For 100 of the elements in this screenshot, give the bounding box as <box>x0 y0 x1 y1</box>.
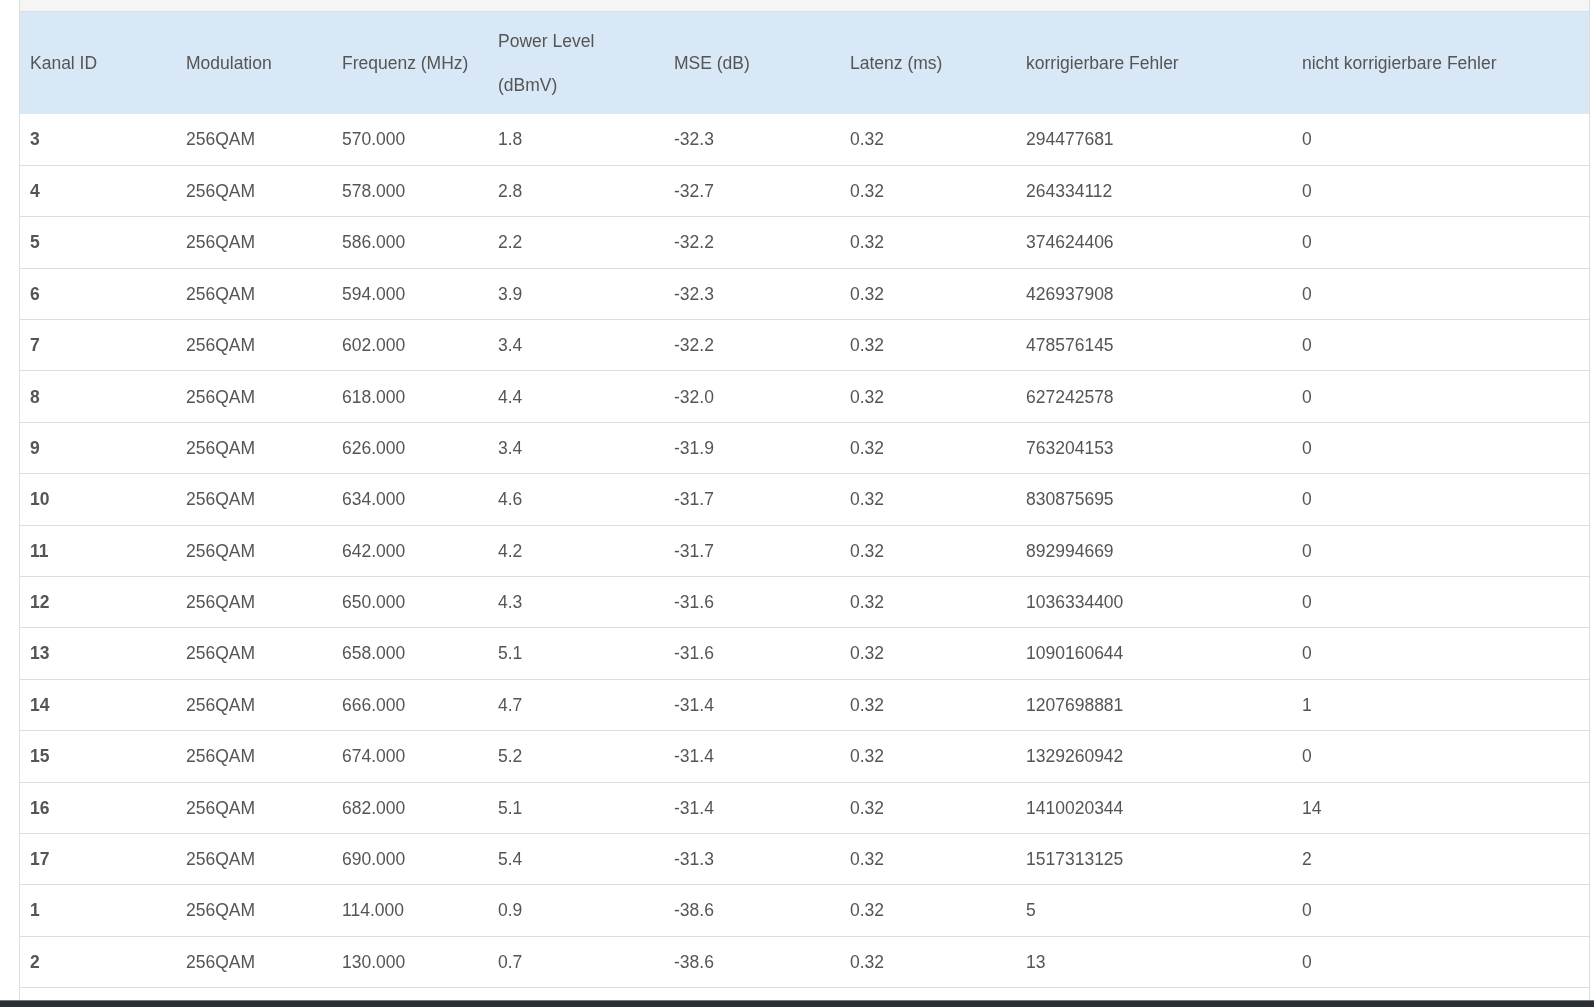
table-cell: 0.32 <box>840 627 1016 680</box>
table-cell: -31.7 <box>664 473 840 526</box>
table-cell: 0 <box>1292 165 1589 217</box>
table-cell: 3.9 <box>488 268 664 320</box>
table-cell: 666.000 <box>332 679 488 731</box>
table-cell: -32.3 <box>664 114 840 166</box>
table-cell: 7 <box>20 319 176 371</box>
table-cell: 682.000 <box>332 782 488 834</box>
table-cell: 5.1 <box>488 627 664 680</box>
table-cell: 0 <box>1292 319 1589 371</box>
table-cell: 0.32 <box>840 473 1016 526</box>
table-cell: 5 <box>1016 884 1292 937</box>
table-cell: 2 <box>20 936 176 988</box>
table-cell: 256QAM <box>176 884 332 937</box>
table-cell: -31.7 <box>664 525 840 577</box>
table-cell: 256QAM <box>176 319 332 371</box>
table-cell: 5 <box>20 216 176 269</box>
table-cell: 570.000 <box>332 114 488 166</box>
table-cell: 0 <box>1292 114 1589 166</box>
table-cell: 0.32 <box>840 884 1016 937</box>
table-cell: 1410020344 <box>1016 782 1292 834</box>
table-cell: 586.000 <box>332 216 488 269</box>
table-cell: 256QAM <box>176 679 332 731</box>
table-cell: 690.000 <box>332 833 488 885</box>
table-cell: 830875695 <box>1016 473 1292 526</box>
table-cell: 0.32 <box>840 370 1016 423</box>
table-cell: 256QAM <box>176 730 332 783</box>
column-header: Latenz (ms) <box>850 53 943 73</box>
table-cell: 14 <box>1292 782 1589 834</box>
table-cell: 634.000 <box>332 473 488 526</box>
table-cell: 264334112 <box>1016 165 1292 217</box>
column-header: korrigierbare Fehler <box>1026 53 1179 73</box>
column-header: Power Level (dBmV) <box>498 30 596 97</box>
table-cell: 11 <box>20 525 176 577</box>
column-header: Modulation <box>186 53 272 73</box>
table-cell: 0.32 <box>840 782 1016 834</box>
column-header: Kanal ID <box>30 53 98 73</box>
table-cell: 0.32 <box>840 576 1016 628</box>
table-cell: -32.3 <box>664 268 840 320</box>
table-cell: 478576145 <box>1016 319 1292 371</box>
table-cell: 256QAM <box>176 216 332 269</box>
table-cell: 0.9 <box>488 884 664 937</box>
table-cell: -31.6 <box>664 576 840 628</box>
table-cell: 658.000 <box>332 627 488 680</box>
table-cell: 15 <box>20 730 176 783</box>
table-cell: 594.000 <box>332 268 488 320</box>
table-cell: 5.1 <box>488 782 664 834</box>
table-cell: -31.4 <box>664 730 840 783</box>
table-cell: 4.3 <box>488 576 664 628</box>
table-cell: -32.2 <box>664 319 840 371</box>
table-cell: -32.2 <box>664 216 840 269</box>
table-cell: 0.32 <box>840 216 1016 269</box>
column-header: MSE (dB) <box>674 53 750 73</box>
column-header: Frequenz (MHz) <box>342 53 469 73</box>
table-cell: 5.4 <box>488 833 664 885</box>
column-header: nicht korrigierbare Fehler <box>1302 53 1497 73</box>
table-cell: 1036334400 <box>1016 576 1292 628</box>
table-cell: 3 <box>20 114 176 166</box>
table-cell: 578.000 <box>332 165 488 217</box>
table-cell: 4.7 <box>488 679 664 731</box>
table-cell: 627242578 <box>1016 370 1292 423</box>
table-cell: 763204153 <box>1016 422 1292 474</box>
table-cell: 13 <box>20 627 176 680</box>
table-cell: 10 <box>20 473 176 526</box>
table-cell: 13 <box>1016 936 1292 988</box>
table-cell: 114.000 <box>332 884 488 937</box>
table-cell: 0 <box>1292 936 1589 988</box>
table-cell: 4.6 <box>488 473 664 526</box>
table-cell: 9 <box>20 422 176 474</box>
table-cell: 4 <box>20 165 176 217</box>
table-cell: -38.6 <box>664 884 840 937</box>
table-cell: 2 <box>1292 833 1589 885</box>
table-cell: 256QAM <box>176 268 332 320</box>
table-cell: -31.4 <box>664 679 840 731</box>
table-cell: 650.000 <box>332 576 488 628</box>
table-cell: 12 <box>20 576 176 628</box>
table-cell: 256QAM <box>176 576 332 628</box>
table-cell: 602.000 <box>332 319 488 371</box>
table-cell: 17 <box>20 833 176 885</box>
table-cell: 1517313125 <box>1016 833 1292 885</box>
table-cell: 0.32 <box>840 936 1016 988</box>
table-cell: 294477681 <box>1016 114 1292 166</box>
table-cell: -31.6 <box>664 627 840 680</box>
table-cell: 0.32 <box>840 679 1016 731</box>
table-cell: 256QAM <box>176 936 332 988</box>
table-cell: 892994669 <box>1016 525 1292 577</box>
table-cell: 256QAM <box>176 525 332 577</box>
table-cell: 16 <box>20 782 176 834</box>
table-cell: 1 <box>20 884 176 937</box>
table-cell: 618.000 <box>332 370 488 423</box>
table-cell: 256QAM <box>176 627 332 680</box>
table-cell: 0.32 <box>840 833 1016 885</box>
table-cell: 1329260942 <box>1016 730 1292 783</box>
table-cell: 3.4 <box>488 319 664 371</box>
table-cell: 6 <box>20 268 176 320</box>
table-cell: -32.7 <box>664 165 840 217</box>
table-cell: 0.7 <box>488 936 664 988</box>
table-cell: 2.2 <box>488 216 664 269</box>
table-cell: 1.8 <box>488 114 664 166</box>
table-cell: 0.32 <box>840 319 1016 371</box>
